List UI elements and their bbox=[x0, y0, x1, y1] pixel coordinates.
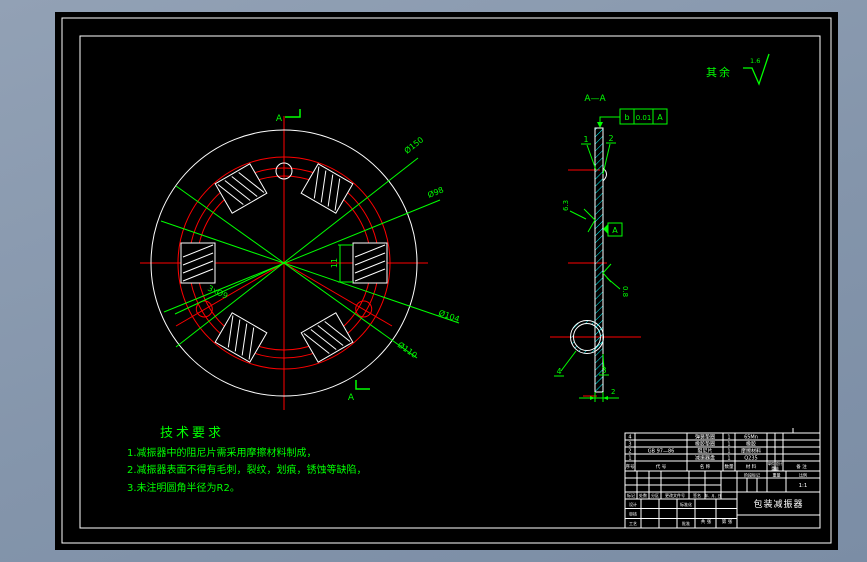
balloon-2: 2 bbox=[608, 134, 613, 143]
tb-label: 重量 bbox=[773, 472, 781, 478]
fcf-datum: A bbox=[657, 113, 663, 122]
app-window: Ø150 Ø98 Ø104 Ø110 3xØ9 11 A A A—A b 0.0… bbox=[0, 0, 867, 562]
bom-header-cell: 名 称 bbox=[700, 463, 711, 470]
part-name: 包装减振器 bbox=[753, 498, 803, 510]
bom-header-cell: 备 注 bbox=[796, 463, 807, 470]
datum-label: A bbox=[612, 226, 618, 235]
bom-cell: 4 bbox=[628, 435, 631, 441]
tb-label: 比例 bbox=[799, 472, 807, 478]
tech-item-1: 1.减振器中的阻尼片需采用摩擦材料制成， bbox=[127, 446, 317, 459]
tb-label: 阶段标记 bbox=[744, 472, 760, 478]
stage-zone: 阶段标记 重量 比例 1:1 bbox=[744, 472, 807, 490]
tech-item-2: 2.减振器表面不得有毛刺，裂纹，划痕，锈蚀等缺陷， bbox=[127, 463, 367, 476]
cut-mark-top: A bbox=[276, 114, 283, 124]
bom-cell: 2 bbox=[628, 449, 631, 455]
bom-cell: 1 bbox=[727, 456, 730, 462]
roughness-right: 0.8 bbox=[602, 263, 629, 297]
tb-label: 年、月、日 bbox=[705, 493, 721, 498]
bom-cell: 摩擦材料 bbox=[741, 448, 761, 455]
tech-requirements: 技术要求 1.减振器中的阻尼片需采用摩擦材料制成， 2.减振器表面不得有毛刺，裂… bbox=[127, 426, 367, 494]
bom-cell: 1 bbox=[628, 456, 631, 462]
balloon-4: 4 bbox=[556, 367, 561, 376]
bom-cell: 1 bbox=[727, 449, 730, 455]
title-block: 4 弹簧垫圈 1 65Mn 3 橡胶垫圈 1 橡胶 2 GB 97—86 阻尼片… bbox=[624, 428, 821, 529]
cad-canvas[interactable]: Ø150 Ø98 Ø104 Ø110 3xØ9 11 A A A—A b 0.0… bbox=[55, 12, 838, 550]
balloon-1: 1 bbox=[583, 135, 588, 144]
tech-title: 技术要求 bbox=[160, 426, 224, 441]
dim-pad-height: 11 bbox=[330, 258, 339, 268]
tb-label: 签名 bbox=[693, 492, 701, 498]
bom-header-cell: 重量 bbox=[771, 466, 779, 471]
bom-header: 序号 代 号 名 称 数量 材 料 单件 总计 重量 备 注 bbox=[626, 461, 808, 471]
bom-header-cell: 材 料 bbox=[746, 463, 757, 470]
surface-note-value: 1.6 bbox=[750, 57, 760, 65]
bom-cell: GB 97—86 bbox=[648, 449, 675, 455]
dim-d3: Ø104 bbox=[437, 307, 461, 323]
bom-cell: 弹簧垫圈 bbox=[695, 434, 715, 441]
bom-cell: 65Mn bbox=[744, 435, 758, 441]
fcf-tolerance: 0.01 bbox=[636, 114, 652, 122]
bom-cell: 3 bbox=[628, 442, 631, 448]
fcf-symbol: b bbox=[624, 113, 629, 122]
roughness-left: 6.3 bbox=[562, 200, 596, 233]
tb-label: 共 张 bbox=[701, 518, 712, 525]
roughness-right-value: 0.8 bbox=[621, 286, 629, 297]
tb-label: 更改文件号 bbox=[665, 492, 685, 498]
roughness-left-value: 6.3 bbox=[562, 200, 570, 211]
feature-control-frame: b 0.01 A bbox=[597, 108, 668, 128]
tb-label: 批准 bbox=[682, 520, 690, 526]
section-view: A—A b 0.01 A A 1 2 4 3 6.3 0.8 2 bbox=[550, 94, 668, 402]
tb-label: 工艺 bbox=[629, 521, 637, 526]
tb-label: 第 张 bbox=[722, 518, 733, 525]
cad-drawing: Ø150 Ø98 Ø104 Ø110 3xØ9 11 A A A—A b 0.0… bbox=[61, 17, 832, 544]
disc-section-strip bbox=[594, 127, 604, 393]
surface-note-prefix: 其余 bbox=[706, 65, 732, 79]
dim-d1: Ø150 bbox=[402, 134, 425, 155]
datum-symbol: A bbox=[603, 222, 623, 237]
bom-cell: 1 bbox=[727, 442, 730, 448]
tb-label: 设计 bbox=[629, 501, 637, 507]
section-label: A—A bbox=[584, 94, 606, 104]
tb-label: 审核 bbox=[629, 511, 637, 517]
bom-cell: 橡胶 bbox=[746, 441, 756, 448]
bom-header-cell: 代 号 bbox=[656, 463, 667, 470]
dim-thickness: 2 bbox=[611, 388, 615, 396]
bom-header-cell: 数量 bbox=[725, 463, 734, 470]
bom-cell: 橡胶垫圈 bbox=[695, 441, 715, 448]
bom-cell: Q235 bbox=[744, 456, 757, 462]
tb-label: 处数 bbox=[639, 492, 647, 498]
surface-note: 其余 1.6 bbox=[706, 53, 770, 86]
cut-mark-bottom: A bbox=[348, 393, 355, 403]
tech-item-3: 3.未注明圆角半径为R2。 bbox=[127, 481, 240, 494]
bom-cell: 1 bbox=[727, 435, 730, 441]
bom-cell: 阻尼片 bbox=[697, 448, 712, 455]
tb-label: 标准化 bbox=[680, 501, 692, 507]
bom-cell: 减振器盘 bbox=[695, 455, 715, 462]
scale-value: 1:1 bbox=[799, 483, 808, 489]
plan-view: Ø150 Ø98 Ø104 Ø110 3xØ9 11 A A bbox=[140, 109, 461, 410]
dim-d2: Ø98 bbox=[426, 184, 445, 199]
bom-header-cell: 序号 bbox=[626, 463, 635, 470]
tb-label: 标记 bbox=[627, 492, 635, 498]
tb-label: 分区 bbox=[651, 492, 659, 498]
